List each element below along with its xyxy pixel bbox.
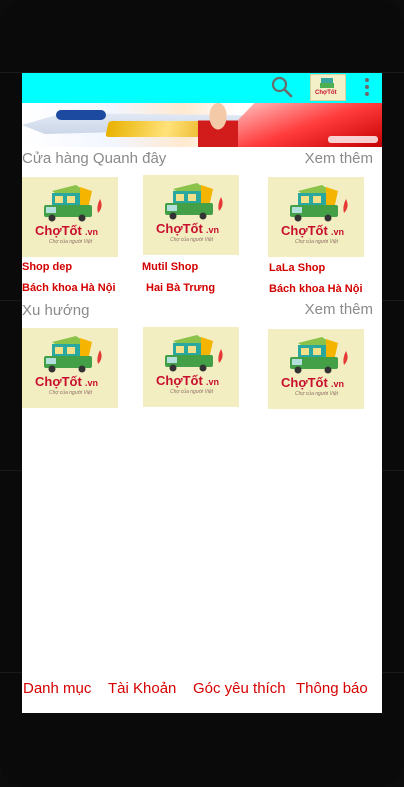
chotot-logo-button[interactable]: ChợTốt xyxy=(310,74,346,101)
app-bar: ChợTốt xyxy=(22,73,382,103)
chotot-logo-image: ChợTốt .vnChợ của người Việt xyxy=(156,183,223,243)
trending-item-3[interactable]: ChợTốt .vn Chợ của người Việt xyxy=(268,329,364,409)
bottom-navigation: Danh mục Tài Khoản Góc yêu thích Thông b… xyxy=(22,679,382,699)
shop-image-1[interactable]: ChợTốt .vn Chợ của người Việt xyxy=(22,177,118,257)
shop-image-2[interactable]: ChợTốt .vn Chợ của người Việt xyxy=(143,175,239,255)
trending-item-1[interactable]: ChợTốt .vn Chợ của người Việt xyxy=(22,328,118,408)
logo-suffix: .vn xyxy=(331,379,344,389)
logo-wordmark: ChợTốt xyxy=(281,375,328,390)
search-icon[interactable] xyxy=(270,75,294,99)
shop-name-2[interactable]: Mutil Shop xyxy=(142,260,198,274)
logo-wordmark: ChợTốt xyxy=(156,221,203,236)
chotot-logo-image: ChợTốt .vnChợ của người Việt xyxy=(156,335,223,395)
shop-location-2: Hai Bà Trưng xyxy=(146,282,216,294)
logo-wordmark: ChợTốt xyxy=(35,374,82,389)
trending-section-title: Xu hướng xyxy=(22,302,90,319)
trending-item-2[interactable]: ChợTốt .vn Chợ của người Việt xyxy=(143,327,239,407)
nav-favorites[interactable]: Góc yêu thích xyxy=(193,679,286,699)
logo-wordmark: ChợTốt xyxy=(156,373,203,388)
shop-name-1[interactable]: Shop dep xyxy=(22,260,72,274)
nearby-section-title: Cửa hàng Quanh đây xyxy=(22,150,167,167)
logo-wordmark: ChợTốt xyxy=(281,223,328,238)
chotot-logo-image: ChợTốt .vnChợ của người Việt xyxy=(35,336,102,396)
svg-text:ChợTốt: ChợTốt xyxy=(315,89,337,96)
logo-wordmark: ChợTốt xyxy=(35,223,82,238)
logo-suffix: .vn xyxy=(331,227,344,237)
shop-location-3: Bách khoa Hà Nội xyxy=(269,283,363,295)
logo-suffix: .vn xyxy=(206,377,219,387)
chotot-logo-image: ChợTốt .vnChợ của người Việt xyxy=(35,185,102,245)
logo-suffix: .vn xyxy=(85,227,98,237)
more-vertical-icon[interactable] xyxy=(362,76,372,100)
vietnam-airline-logo xyxy=(56,110,106,120)
shop-name-3[interactable]: LaLa Shop xyxy=(269,261,325,275)
device-frame: ChợTốt Cửa hàng Quanh đây Xem thêm ChợTố… xyxy=(0,0,404,787)
vietjet-logo xyxy=(328,136,378,143)
promo-banner[interactable] xyxy=(22,103,382,147)
nav-categories[interactable]: Danh mục xyxy=(23,679,91,699)
nearby-see-more-link[interactable]: Xem thêm xyxy=(305,150,373,168)
trending-see-more-link[interactable]: Xem thêm xyxy=(305,301,373,319)
logo-tagline: Chợ của người Việt xyxy=(295,238,339,245)
shop-image-3[interactable]: ChợTốt .vn Chợ của người Việt xyxy=(268,177,364,257)
nav-account[interactable]: Tài Khoản xyxy=(108,679,176,699)
logo-tagline: Chợ của người Việt xyxy=(295,390,339,397)
logo-suffix: .vn xyxy=(206,225,219,235)
chotot-logo-image: ChợTốt .vnChợ của người Việt xyxy=(281,337,348,397)
logo-suffix: .vn xyxy=(85,378,98,388)
shop-location-1: Bách khoa Hà Nội xyxy=(22,282,116,294)
chotot-logo-image: ChợTốt .vnChợ của người Việt xyxy=(281,185,348,245)
logo-tagline: Chợ của người Việt xyxy=(49,238,93,245)
logo-tagline: Chợ của người Việt xyxy=(49,389,93,396)
banner-model-graphic xyxy=(198,103,238,147)
nav-notifications[interactable]: Thông báo xyxy=(296,679,368,699)
logo-tagline: Chợ của người Việt xyxy=(170,236,214,243)
app-screen: ChợTốt Cửa hàng Quanh đây Xem thêm ChợTố… xyxy=(22,73,382,713)
logo-tagline: Chợ của người Việt xyxy=(170,388,214,395)
